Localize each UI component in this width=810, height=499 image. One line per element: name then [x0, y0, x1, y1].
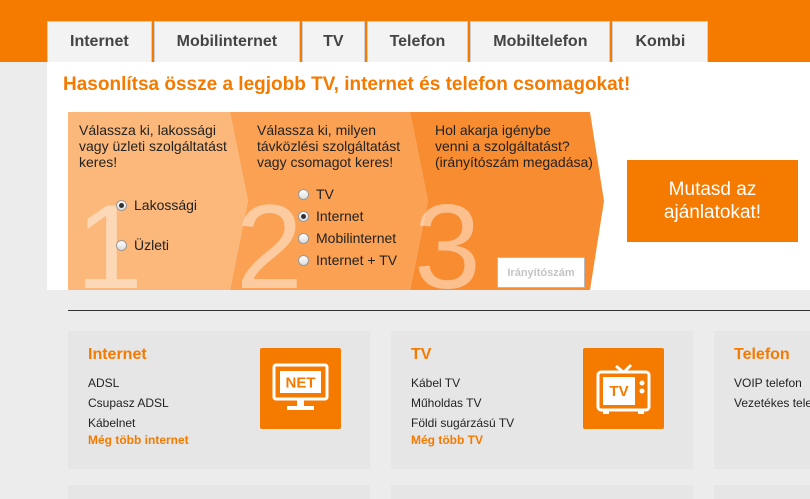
- step3-line: Hol akarja igénybe: [435, 122, 551, 138]
- radio-internet-tv[interactable]: Internet + TV: [298, 252, 397, 268]
- card-items: VOIP telefon Vezetékes telefon: [734, 373, 810, 413]
- list-item[interactable]: Csupasz ADSL: [88, 393, 169, 413]
- radio-label: Mobilinternet: [316, 230, 397, 246]
- step2-instructions: Válassza ki, milyen távközlési szolgálta…: [257, 122, 400, 170]
- card-telefon: Telefon VOIP telefon Vezetékes telefon: [714, 331, 810, 469]
- cta-line2: ajánlatokat!: [663, 202, 762, 223]
- show-offers-button[interactable]: Mutasd az ajánlatokat!: [627, 160, 798, 242]
- card-tv: TV Kábel TV Műholdas TV Földi sugárzású …: [391, 331, 693, 469]
- tab-mobiltelefon[interactable]: Mobiltelefon: [470, 21, 611, 62]
- cta-label: Mutasd az ajánlatokat!: [664, 178, 761, 224]
- monitor-icon[interactable]: NET: [260, 348, 341, 429]
- category-section: Internet ADSL Csupasz ADSL Kábelnet Még …: [47, 290, 810, 499]
- card-items: ADSL Csupasz ADSL Kábelnet: [88, 373, 169, 433]
- step1-line: vagy üzleti szolgáltatást: [79, 138, 227, 154]
- radio-uzleti[interactable]: Üzleti: [116, 237, 169, 253]
- radio-button[interactable]: [298, 188, 309, 200]
- card-title[interactable]: Internet: [88, 346, 147, 364]
- radio-label: Lakossági: [134, 197, 198, 213]
- radio-label: TV: [316, 186, 334, 202]
- list-item[interactable]: Vezetékes telefon: [734, 393, 810, 413]
- tab-tv[interactable]: TV: [302, 21, 365, 62]
- step3-instructions: Hol akarja igénybe venni a szolgáltatást…: [435, 122, 593, 170]
- radio-internet[interactable]: Internet: [298, 208, 363, 224]
- step2-line: vagy csomagot keres!: [257, 154, 394, 170]
- list-item[interactable]: Műholdas TV: [411, 393, 514, 413]
- radio-label: Internet: [316, 208, 364, 224]
- card-title[interactable]: TV: [411, 346, 431, 364]
- radio-button[interactable]: [298, 210, 309, 222]
- main-content: Hasonlítsa össze a legjobb TV, internet …: [47, 62, 810, 499]
- more-internet-link[interactable]: Még több internet: [88, 433, 189, 447]
- page-title: Hasonlítsa össze a legjobb TV, internet …: [63, 74, 631, 95]
- card-title[interactable]: Telefon: [734, 346, 790, 364]
- search-wizard: 1 2 3 Válassza ki, lakossági vagy üzleti…: [68, 112, 604, 290]
- card-placeholder: [391, 485, 693, 499]
- card-placeholder: [714, 485, 810, 499]
- tab-telefon[interactable]: Telefon: [366, 21, 469, 62]
- list-item[interactable]: Kábelnet: [88, 413, 169, 433]
- radio-mobilinternet[interactable]: Mobilinternet: [298, 230, 396, 246]
- step3-line: (irányítószám megadása): [435, 154, 593, 170]
- radio-tv[interactable]: TV: [298, 186, 334, 202]
- list-item[interactable]: VOIP telefon: [734, 373, 810, 393]
- radio-button[interactable]: [116, 199, 127, 211]
- card-placeholder: [68, 485, 370, 499]
- tv-icon[interactable]: TV: [583, 348, 664, 429]
- step2-line: távközlési szolgáltatást: [257, 138, 401, 154]
- radio-button[interactable]: [116, 239, 127, 251]
- card-internet: Internet ADSL Csupasz ADSL Kábelnet Még …: [68, 331, 370, 469]
- radio-label: Üzleti: [134, 237, 170, 253]
- radio-label: Internet + TV: [316, 252, 398, 268]
- step1-line: Válassza ki, lakossági: [79, 122, 216, 138]
- list-item[interactable]: Kábel TV: [411, 373, 514, 393]
- tv-label: TV: [609, 383, 628, 400]
- card-items: Kábel TV Műholdas TV Földi sugárzású TV: [411, 373, 514, 433]
- step3-number: 3: [414, 180, 481, 290]
- list-item[interactable]: ADSL: [88, 373, 169, 393]
- step1-instructions: Válassza ki, lakossági vagy üzleti szolg…: [79, 122, 227, 170]
- radio-button[interactable]: [298, 232, 309, 244]
- radio-lakossagi[interactable]: Lakossági: [116, 197, 197, 213]
- zip-code-input[interactable]: [497, 257, 585, 288]
- category-tabs: Internet Mobilinternet TV Telefon Mobilt…: [47, 21, 710, 62]
- tab-mobilinternet[interactable]: Mobilinternet: [153, 21, 301, 62]
- section-divider: [68, 310, 810, 311]
- tab-internet[interactable]: Internet: [47, 21, 152, 62]
- radio-button[interactable]: [298, 254, 309, 266]
- step2-line: Válassza ki, milyen: [257, 122, 377, 138]
- step3-line: venni a szolgáltatást?: [435, 138, 570, 154]
- tab-kombi[interactable]: Kombi: [612, 21, 709, 62]
- step2-number: 2: [236, 180, 303, 290]
- list-item[interactable]: Földi sugárzású TV: [411, 413, 514, 433]
- net-label: NET: [286, 375, 316, 392]
- cta-line1: Mutasd az: [668, 179, 757, 200]
- step1-line: keres!: [79, 154, 118, 170]
- more-tv-link[interactable]: Még több TV: [411, 433, 483, 447]
